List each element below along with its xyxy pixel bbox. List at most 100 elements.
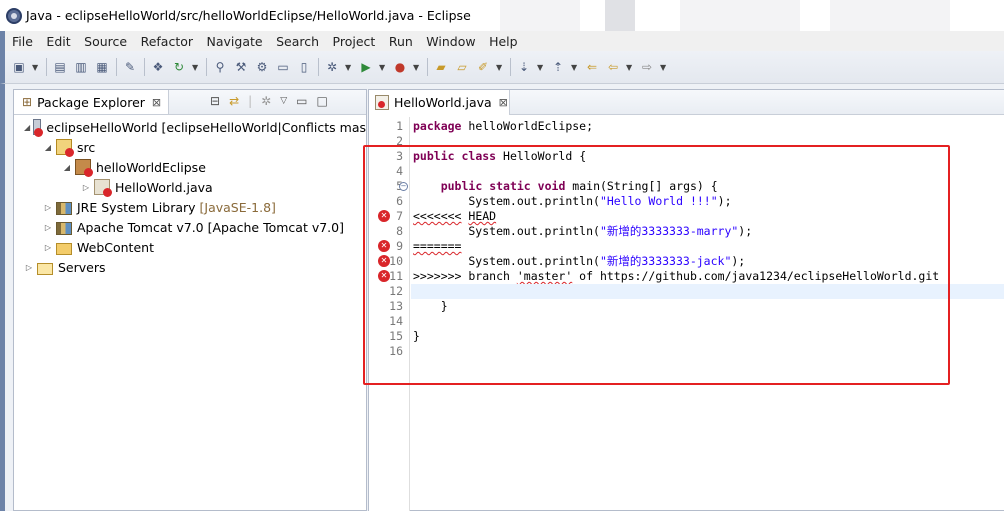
save-all-icon[interactable]: ▥ (73, 59, 89, 75)
tree-item[interactable]: ◢ helloWorldEclipse (14, 157, 366, 177)
new-icon[interactable]: ▣ (11, 59, 27, 75)
view-toolbar: ⊟ ⇄ | ✲ ▽ ▭ □ (210, 94, 337, 108)
annotation-ruler (369, 116, 377, 511)
menu-item-search[interactable]: Search (276, 34, 319, 49)
menu-item-refactor[interactable]: Refactor (141, 34, 193, 49)
error-marker-icon[interactable]: ✕ (378, 270, 390, 282)
toggle-mark-icon[interactable]: ✎ (122, 59, 138, 75)
tree-item-label: HelloWorld.java (115, 179, 213, 195)
menu-item-run[interactable]: Run (389, 34, 413, 49)
chevron-down-icon[interactable]: ▼ (345, 63, 353, 72)
run-icon[interactable]: ▶ (358, 59, 374, 75)
error-marker-icon[interactable]: ✕ (378, 240, 390, 252)
maximize-icon[interactable]: □ (317, 94, 328, 108)
debug-icon[interactable]: ⚲ (212, 59, 228, 75)
focus-icon[interactable]: ✲ (261, 94, 271, 108)
fold-toggle-icon[interactable]: − (399, 182, 408, 191)
pen-icon[interactable]: ✐ (475, 59, 491, 75)
chevron-down-icon[interactable]: ▼ (192, 63, 200, 72)
chevron-down-icon[interactable]: ▼ (32, 63, 40, 72)
line-number: 2 (396, 134, 403, 148)
chevron-down-icon[interactable]: ▼ (379, 63, 387, 72)
toolbar-separator (144, 58, 145, 76)
menu-item-file[interactable]: File (12, 34, 33, 49)
collapsed-triangle-icon[interactable]: ▷ (81, 183, 91, 192)
tab-helloworld-java[interactable]: HelloWorld.java ⊠ (369, 90, 510, 115)
tree-item-label: eclipseHelloWorld (46, 119, 158, 135)
line-number: 4 (396, 164, 403, 178)
code-line: <<<<<<< HEAD (413, 209, 497, 223)
run-last-icon[interactable]: ✲ (324, 59, 340, 75)
tree-item[interactable]: ◢ src (14, 137, 366, 157)
tree-item[interactable]: ▷ Servers (14, 257, 366, 277)
code-line: } (413, 299, 448, 313)
tree-item-label: helloWorldEclipse (96, 159, 206, 175)
toolbar-separator (206, 58, 207, 76)
main-toolbar: ▣ ▼ ▤ ▥ ▦ ✎ ❖ ↻ ▼ ⚲ ⚒ ⚙ ▭ ▯ ✲ ▼ ▶ ▼ ● ▼ ▰ ▱ ✐… (0, 51, 1004, 84)
minimize-icon[interactable]: ▭ (296, 94, 307, 108)
close-icon[interactable]: ⊠ (499, 96, 508, 109)
error-marker-icon[interactable]: ✕ (378, 255, 390, 267)
java-file-error-icon (375, 95, 389, 110)
open-file-icon[interactable]: ▱ (454, 59, 470, 75)
line-number: 6 (396, 194, 403, 208)
link-with-editor-icon[interactable]: ⇄ (229, 94, 239, 108)
tab-package-explorer[interactable]: ⊞ Package Explorer ⊠ (14, 90, 169, 114)
menu-item-window[interactable]: Window (426, 34, 475, 49)
new-package-icon[interactable]: ❖ (150, 59, 166, 75)
editor-area: HelloWorld.java ⊠ 12345−67✕89✕10✕11✕1213… (368, 89, 1004, 511)
close-icon[interactable]: ⊠ (152, 96, 161, 109)
chevron-down-icon[interactable]: ▼ (660, 63, 668, 72)
menu-item-navigate[interactable]: Navigate (207, 34, 263, 49)
code-line: System.out.println("新增的3333333-jack"); (413, 254, 746, 268)
menu-item-source[interactable]: Source (84, 34, 127, 49)
chevron-down-icon[interactable]: ▼ (413, 63, 421, 72)
tree-item[interactable]: ▷ Apache Tomcat v7.0 [Apache Tomcat v7.0] (14, 217, 366, 237)
toolbar-separator (116, 58, 117, 76)
tree-item-label: Apache Tomcat v7.0 [Apache Tomcat v7.0] (77, 219, 344, 235)
external-tools-icon[interactable]: ● (392, 59, 408, 75)
menu-item-help[interactable]: Help (489, 34, 518, 49)
collapsed-triangle-icon[interactable]: ▷ (43, 243, 53, 252)
print-icon[interactable]: ▦ (94, 59, 110, 75)
chevron-down-icon[interactable]: ▼ (537, 63, 545, 72)
collapsed-triangle-icon[interactable]: ▷ (43, 203, 53, 212)
properties-icon[interactable]: ▯ (296, 59, 312, 75)
expanded-triangle-icon[interactable]: ◢ (62, 163, 72, 172)
prev-annotation-icon[interactable]: ⇡ (550, 59, 566, 75)
refresh-icon[interactable]: ↻ (171, 59, 187, 75)
tree-item[interactable]: ▷ HelloWorld.java (14, 177, 366, 197)
search-icon[interactable]: ⚒ (233, 59, 249, 75)
view-menu-icon[interactable]: ▽ (280, 96, 287, 106)
chevron-down-icon[interactable]: ▼ (496, 63, 504, 72)
line-number: 1 (396, 119, 403, 133)
error-marker-icon[interactable]: ✕ (378, 210, 390, 222)
expanded-triangle-icon[interactable]: ◢ (43, 143, 53, 152)
forward-icon[interactable]: ⇨ (639, 59, 655, 75)
tree-item-label: src (77, 139, 96, 155)
line-number: 16 (389, 344, 403, 358)
save-icon[interactable]: ▤ (52, 59, 68, 75)
open-type-icon[interactable]: ⚙ (254, 59, 270, 75)
code-line: } (413, 329, 420, 343)
code-line: public static void main(String[] args) { (440, 179, 718, 193)
open-folder-icon[interactable]: ▰ (433, 59, 449, 75)
menu-item-edit[interactable]: Edit (46, 34, 70, 49)
toolbar-separator (510, 58, 511, 76)
chevron-down-icon[interactable]: ▼ (571, 63, 579, 72)
chevron-down-icon[interactable]: ▼ (626, 63, 634, 72)
tree-item[interactable]: ▷ JRE System Library [JavaSE-1.8] (14, 197, 366, 217)
toolbar-separator (46, 58, 47, 76)
tree-item[interactable]: ◢ eclipseHelloWorld [eclipseHelloWorld|Co… (14, 117, 366, 137)
back-icon[interactable]: ⇦ (605, 59, 621, 75)
menu-item-project[interactable]: Project (333, 34, 376, 49)
open-task-icon[interactable]: ▭ (275, 59, 291, 75)
collapsed-triangle-icon[interactable]: ▷ (24, 263, 34, 272)
toolbar-separator (318, 58, 319, 76)
next-annotation-icon[interactable]: ⇣ (516, 59, 532, 75)
expanded-triangle-icon[interactable]: ◢ (24, 123, 30, 132)
tree-item[interactable]: ▷ WebContent (14, 237, 366, 257)
collapse-all-icon[interactable]: ⊟ (210, 94, 220, 108)
last-edit-icon[interactable]: ⇐ (584, 59, 600, 75)
collapsed-triangle-icon[interactable]: ▷ (43, 223, 53, 232)
